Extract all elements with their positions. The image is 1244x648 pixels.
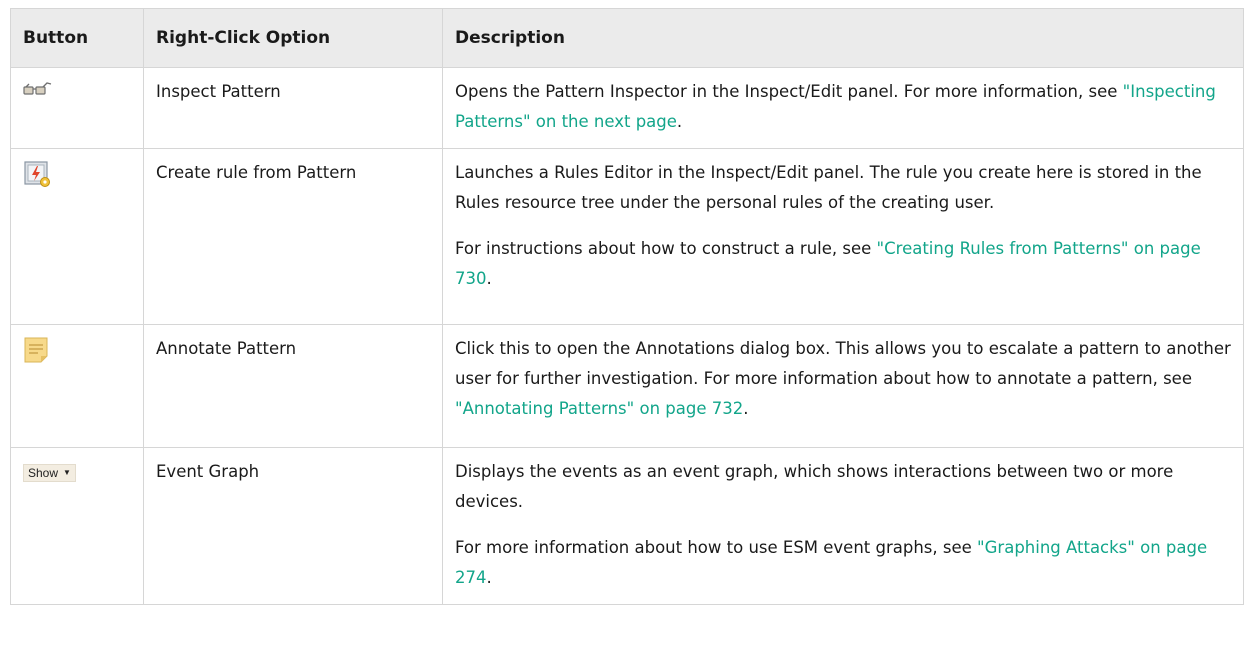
right-click-options-table: Button Right-Click Option Description In… — [10, 8, 1244, 605]
description-body: Opens the Pattern Inspector in the Inspe… — [455, 82, 1123, 101]
description-text: Click this to open the Annotations dialo… — [455, 334, 1231, 424]
description-cell: Launches a Rules Editor in the Inspect/E… — [442, 148, 1244, 325]
description-tail: . — [676, 112, 683, 131]
option-label: Event Graph — [156, 462, 260, 481]
description-tail: . — [743, 399, 749, 418]
description-body: Click this to open the Annotations dialo… — [455, 339, 1231, 388]
link-annotating-patterns[interactable]: "Annotating Patterns" on page 732 — [455, 399, 743, 418]
show-dropdown-button[interactable]: Show ▼ — [23, 464, 76, 482]
table-header-row: Button Right-Click Option Description — [10, 8, 1244, 68]
show-button-label: Show — [28, 466, 59, 480]
button-cell — [10, 324, 144, 448]
description-body: For more information about how to use ES… — [455, 538, 978, 557]
option-cell: Annotate Pattern — [143, 324, 443, 448]
table-row: Inspect Pattern Opens the Pattern Inspec… — [10, 67, 1244, 149]
button-cell: Show ▼ — [10, 447, 144, 605]
description-tail: . — [486, 568, 492, 587]
option-cell: Inspect Pattern — [143, 67, 443, 149]
table-row: Annotate Pattern Click this to open the … — [10, 324, 1244, 448]
description-text: Launches a Rules Editor in the Inspect/E… — [455, 163, 1202, 212]
glasses-icon[interactable] — [23, 79, 53, 97]
header-button: Button — [10, 8, 144, 68]
description-text: Displays the events as an event graph, w… — [455, 462, 1174, 511]
option-cell: Event Graph — [143, 447, 443, 605]
description-text: For instructions about how to construct … — [455, 234, 1231, 294]
rule-icon[interactable] — [23, 158, 51, 188]
description-text: For more information about how to use ES… — [455, 533, 1231, 593]
option-label: Annotate Pattern — [156, 339, 297, 358]
header-description: Description — [442, 8, 1244, 68]
table-row: Create rule from Pattern Launches a Rule… — [10, 148, 1244, 325]
option-label: Create rule from Pattern — [156, 163, 357, 182]
table-row: Show ▼ Event Graph Displays the events a… — [10, 447, 1244, 605]
description-text: Opens the Pattern Inspector in the Inspe… — [455, 77, 1231, 137]
description-body: For instructions about how to construct … — [455, 239, 877, 258]
description-cell: Displays the events as an event graph, w… — [442, 447, 1244, 605]
description-cell: Opens the Pattern Inspector in the Inspe… — [442, 67, 1244, 149]
option-label: Inspect Pattern — [156, 82, 281, 101]
note-icon[interactable] — [23, 334, 49, 364]
button-cell — [10, 67, 144, 149]
description-tail: . — [486, 269, 492, 288]
button-cell — [10, 148, 144, 325]
dropdown-caret-icon: ▼ — [63, 468, 71, 477]
option-cell: Create rule from Pattern — [143, 148, 443, 325]
description-cell: Click this to open the Annotations dialo… — [442, 324, 1244, 448]
header-right-click-option: Right-Click Option — [143, 8, 443, 68]
